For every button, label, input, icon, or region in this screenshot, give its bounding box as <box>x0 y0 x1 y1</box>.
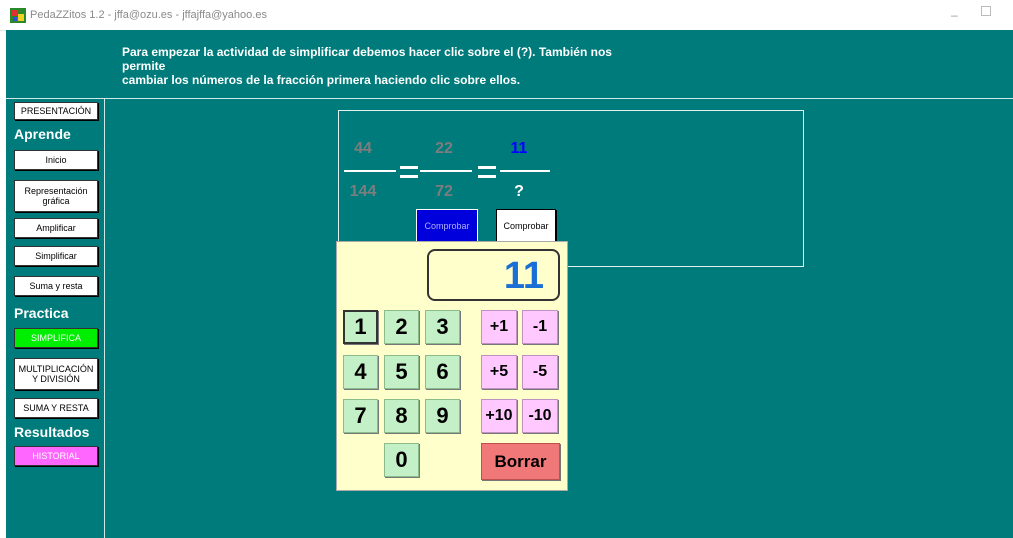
plus-5-button[interactable]: +5 <box>481 355 517 389</box>
window-title: PedaZZitos 1.2 - jffa@ozu.es - jffajffa@… <box>30 9 267 21</box>
key-8[interactable]: 8 <box>384 399 419 433</box>
aprende-heading: Aprende <box>14 126 71 142</box>
presentacion-button[interactable]: PRESENTACIÓN <box>14 102 98 120</box>
key-6[interactable]: 6 <box>425 355 460 389</box>
simplificar-button[interactable]: Simplificar <box>14 246 98 266</box>
title-bar: PedaZZitos 1.2 - jffa@ozu.es - jffajffa@… <box>0 0 1013 31</box>
sidebar-divider <box>104 98 105 538</box>
instruction-line-1: Para empezar la actividad de simplificar… <box>122 45 612 73</box>
fraction-1-bar <box>344 170 396 172</box>
equals-sign-1-top <box>400 166 418 169</box>
key-5[interactable]: 5 <box>384 355 419 389</box>
key-9[interactable]: 9 <box>425 399 460 433</box>
suma-y-resta-button[interactable]: Suma y resta <box>14 276 98 296</box>
comprobar-button-disabled[interactable]: Comprobar <box>416 209 478 243</box>
fraction-1-denominator[interactable]: 144 <box>343 183 383 201</box>
comprobar-button[interactable]: Comprobar <box>496 209 556 243</box>
keypad-display: 11 <box>427 249 560 301</box>
instruction-text: Para empezar la actividad de simplificar… <box>122 45 642 87</box>
multiplicacion-division-button[interactable]: MULTIPLICACIÓN Y DIVISIÓN <box>14 358 98 390</box>
borrar-button[interactable]: Borrar <box>481 443 560 480</box>
suma-y-resta-practice-button[interactable]: SUMA Y RESTA <box>14 398 98 418</box>
key-1[interactable]: 1 <box>343 310 378 344</box>
simplifica-button[interactable]: SIMPLIFICA <box>14 328 98 348</box>
equals-sign-2-top <box>478 166 496 169</box>
minus-1-button[interactable]: -1 <box>522 310 558 344</box>
fraction-3-bar <box>500 170 550 172</box>
amplificar-button[interactable]: Amplificar <box>14 218 98 238</box>
inicio-button[interactable]: Inicio <box>14 150 98 170</box>
app-logo-icon <box>10 8 26 23</box>
historial-button[interactable]: HISTORIAL <box>14 446 98 466</box>
fraction-1-numerator[interactable]: 44 <box>343 140 383 158</box>
equals-sign-1-bottom <box>400 175 418 178</box>
key-2[interactable]: 2 <box>384 310 419 344</box>
fraction-2-bar <box>420 170 472 172</box>
keypad-display-value: 11 <box>503 255 544 297</box>
practica-heading: Practica <box>14 305 69 321</box>
plus-1-button[interactable]: +1 <box>481 310 517 344</box>
equals-sign-2-bottom <box>478 175 496 178</box>
resultados-heading: Resultados <box>14 424 90 440</box>
fraction-3-denominator-question[interactable]: ? <box>499 183 539 201</box>
maximize-button[interactable] <box>981 6 991 16</box>
fraction-2-denominator: 72 <box>435 183 453 200</box>
minus-5-button[interactable]: -5 <box>522 355 558 389</box>
key-3[interactable]: 3 <box>425 310 460 344</box>
minus-10-button[interactable]: -10 <box>522 399 558 433</box>
minimize-button[interactable]: – <box>951 8 958 22</box>
representacion-grafica-button[interactable]: Representación gráfica <box>14 180 98 212</box>
plus-10-button[interactable]: +10 <box>481 399 517 433</box>
key-0[interactable]: 0 <box>384 443 419 477</box>
fraction-3-numerator: 11 <box>510 140 528 157</box>
header-divider <box>6 98 1013 99</box>
key-7[interactable]: 7 <box>343 399 378 433</box>
key-4[interactable]: 4 <box>343 355 378 389</box>
fraction-2-numerator: 22 <box>435 140 453 157</box>
instruction-line-2: cambiar los números de la fracción prime… <box>122 73 521 87</box>
